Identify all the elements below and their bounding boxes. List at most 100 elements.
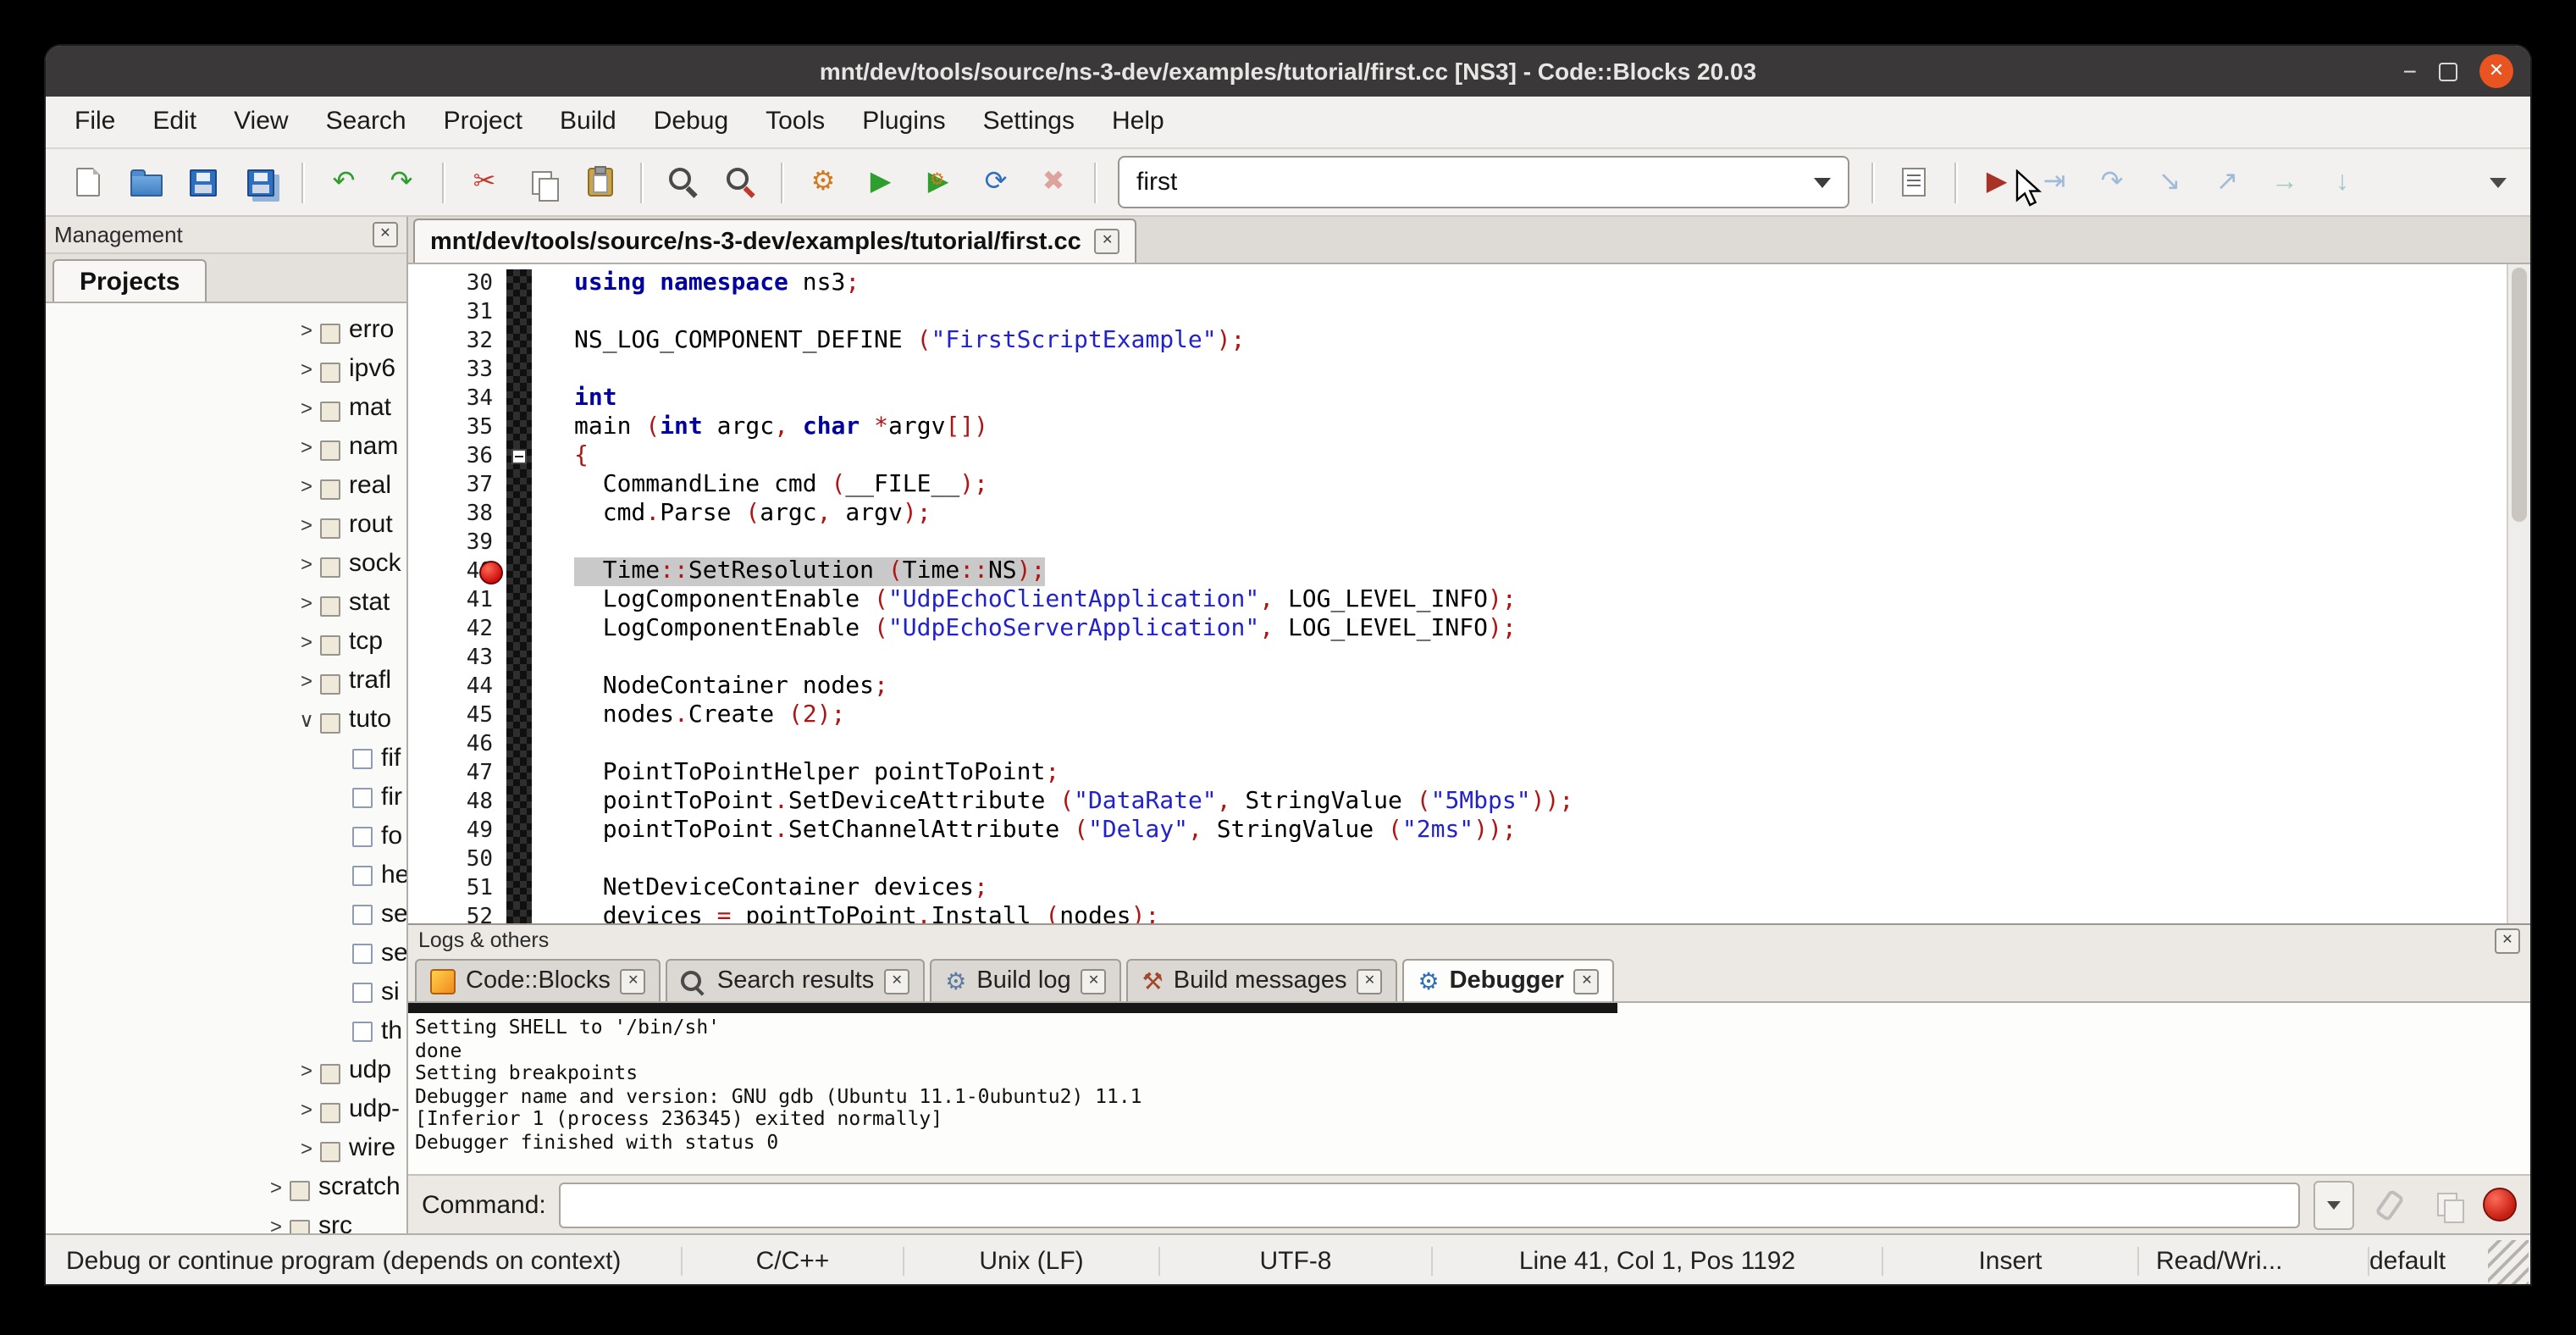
tree-item-se[interactable]: se (46, 933, 406, 972)
redo-icon[interactable]: ↷ (378, 158, 425, 206)
tree-item-mat[interactable]: >mat (46, 388, 406, 427)
new-file-icon[interactable] (64, 158, 112, 206)
chevron-collapsed-icon[interactable]: > (293, 435, 320, 458)
tree-item-wire[interactable]: >wire (46, 1128, 406, 1167)
stop-icon[interactable] (2483, 1188, 2517, 1221)
log-tab-build-log[interactable]: ⚙Build log✕ (930, 959, 1121, 1001)
compile-log-icon[interactable] (1890, 158, 1938, 206)
code-editor[interactable]: 30using namespace ns3;3132NS_LOG_COMPONE… (408, 264, 2530, 923)
command-history-dropdown-icon[interactable] (2313, 1180, 2354, 1229)
breakpoint-margin[interactable] (506, 385, 532, 413)
tree-item-trafl[interactable]: >trafl (46, 661, 406, 700)
rebuild-icon[interactable]: ⟳ (972, 158, 1020, 206)
breakpoint-icon[interactable] (479, 561, 503, 584)
title-bar[interactable]: mnt/dev/tools/source/ns-3-dev/examples/t… (46, 46, 2530, 97)
debugger-log[interactable]: Setting SHELL to '/bin/sh'doneSetting br… (408, 1003, 2530, 1174)
tree-item-si[interactable]: si (46, 972, 406, 1011)
tree-item-erro[interactable]: >erro (46, 310, 406, 349)
breakpoint-margin[interactable] (506, 845, 532, 874)
tree-item-udp-[interactable]: >udp- (46, 1089, 406, 1128)
menu-file[interactable]: File (56, 97, 134, 147)
search-combobox[interactable]: first (1118, 156, 1849, 208)
close-logs-icon[interactable]: ✕ (2495, 928, 2520, 953)
copy-icon[interactable] (518, 158, 566, 206)
menu-plugins[interactable]: Plugins (843, 97, 964, 147)
log-tab-search-results[interactable]: Search results✕ (666, 959, 925, 1001)
close-icon[interactable]: ✕ (1081, 968, 1107, 994)
chevron-collapsed-icon[interactable]: > (293, 668, 320, 692)
chevron-collapsed-icon[interactable]: > (293, 590, 320, 614)
tree-item-se[interactable]: se (46, 895, 406, 933)
step-into-instruction-icon[interactable]: ↓ (2319, 158, 2366, 206)
close-tab-icon[interactable]: ✕ (1095, 229, 1120, 254)
command-input[interactable] (560, 1182, 2300, 1227)
tree-item-real[interactable]: >real (46, 466, 406, 505)
tree-item-scratch[interactable]: >scratch (46, 1167, 406, 1206)
close-icon[interactable]: ✕ (1574, 968, 1600, 994)
attach-icon[interactable] (2368, 1183, 2412, 1227)
breakpoint-margin[interactable] (506, 442, 532, 471)
project-tree[interactable]: >erro>ipv6>mat>nam>real>rout>sock>stat>t… (46, 303, 406, 1233)
tree-item-fir[interactable]: fir (46, 778, 406, 817)
log-tab-code-blocks[interactable]: Code::Blocks✕ (415, 959, 661, 1001)
close-icon[interactable]: ✕ (621, 968, 646, 994)
resize-grip[interactable] (2488, 1240, 2529, 1284)
duplicate-icon[interactable] (2425, 1183, 2469, 1227)
breakpoint-margin[interactable] (506, 701, 532, 730)
minimize-button[interactable]: − (2403, 59, 2417, 83)
close-management-icon[interactable]: ✕ (373, 222, 398, 247)
find-icon[interactable] (659, 158, 706, 206)
tree-item-tuto[interactable]: ∨tuto (46, 700, 406, 739)
save-all-icon[interactable] (237, 158, 285, 206)
editor-tab-first-cc[interactable]: mnt/dev/tools/source/ns-3-dev/examples/t… (413, 219, 1137, 263)
menu-tools[interactable]: Tools (747, 97, 843, 147)
step-into-icon[interactable]: ↘ (2146, 158, 2193, 206)
menu-project[interactable]: Project (425, 97, 541, 147)
breakpoint-margin[interactable] (506, 500, 532, 529)
chevron-collapsed-icon[interactable]: > (293, 396, 320, 419)
chevron-collapsed-icon[interactable]: > (293, 551, 320, 575)
chevron-collapsed-icon[interactable]: > (293, 1097, 320, 1121)
menu-help[interactable]: Help (1093, 97, 1183, 147)
tree-item-rout[interactable]: >rout (46, 505, 406, 544)
find-in-files-icon[interactable] (716, 158, 764, 206)
paste-icon[interactable] (576, 158, 623, 206)
tree-item-ipv6[interactable]: >ipv6 (46, 349, 406, 388)
breakpoint-margin[interactable] (506, 644, 532, 673)
abort-build-icon[interactable]: ✖ (1030, 158, 1077, 206)
breakpoint-margin[interactable] (506, 615, 532, 644)
chevron-down-icon[interactable] (1814, 177, 1831, 187)
tree-item-tcp[interactable]: >tcp (46, 622, 406, 661)
chevron-collapsed-icon[interactable]: > (293, 629, 320, 653)
tree-item-fo[interactable]: fo (46, 817, 406, 856)
tree-item-udp[interactable]: >udp (46, 1050, 406, 1089)
breakpoint-margin[interactable] (506, 529, 532, 557)
close-icon[interactable]: ✕ (1357, 968, 1382, 994)
tab-projects[interactable]: Projects (53, 259, 207, 302)
menu-build[interactable]: Build (541, 97, 635, 147)
chevron-collapsed-icon[interactable]: > (293, 357, 320, 380)
maximize-button[interactable] (2439, 62, 2457, 80)
menu-view[interactable]: View (215, 97, 307, 147)
breakpoint-margin[interactable] (506, 730, 532, 759)
menu-search[interactable]: Search (307, 97, 425, 147)
menu-debug[interactable]: Debug (635, 97, 747, 147)
build-icon[interactable]: ⚙ (799, 158, 847, 206)
tree-item-he[interactable]: he (46, 856, 406, 895)
chevron-collapsed-icon[interactable]: > (293, 1136, 320, 1160)
tree-item-sock[interactable]: >sock (46, 544, 406, 583)
fold-marker-icon[interactable] (511, 449, 527, 464)
chevron-collapsed-icon[interactable]: > (293, 512, 320, 536)
tree-item-src[interactable]: >src (46, 1206, 406, 1233)
open-file-icon[interactable] (122, 158, 169, 206)
tree-item-fif[interactable]: fif (46, 739, 406, 778)
tree-item-stat[interactable]: >stat (46, 583, 406, 622)
chevron-collapsed-icon[interactable]: > (263, 1214, 290, 1233)
breakpoint-margin[interactable] (506, 557, 532, 586)
breakpoint-margin[interactable] (506, 759, 532, 788)
breakpoint-margin[interactable] (506, 298, 532, 327)
next-line-icon[interactable]: ↷ (2088, 158, 2136, 206)
breakpoint-margin[interactable] (506, 903, 532, 923)
breakpoint-margin[interactable] (506, 356, 532, 385)
log-tab-debugger[interactable]: ⚙Debugger✕ (1402, 959, 1614, 1001)
